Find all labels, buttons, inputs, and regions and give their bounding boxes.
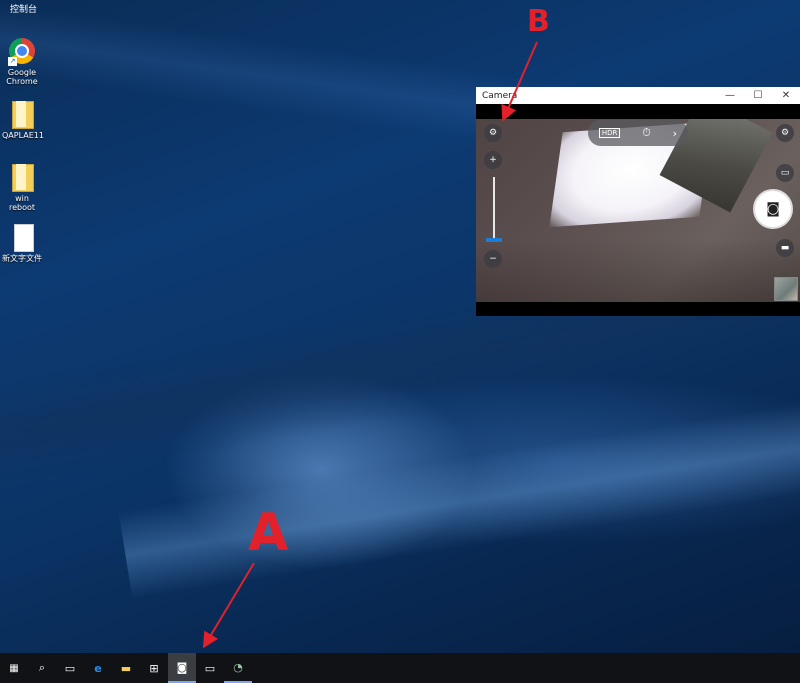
desktop-icon-label: Chrome (6, 77, 38, 86)
folder-icon (8, 99, 36, 129)
window-title: Camera (482, 90, 518, 101)
panorama-icon: ▬ (780, 243, 790, 253)
camera-icon: ◙ (176, 660, 188, 674)
windows-logo-icon: ▦ (9, 662, 19, 674)
panorama-mode-button[interactable]: ▬ (776, 239, 794, 257)
desktop-icon-qaplae11[interactable]: QAPLAE11 (2, 99, 44, 140)
folder-icon: ▬ (120, 661, 132, 675)
minimize-button[interactable]: — (716, 90, 744, 101)
camera-settings-cluster-icon: ⚙ (488, 128, 498, 138)
wallpaper-light-beam (118, 370, 800, 600)
desktop-icon-text-file[interactable]: 新文字文件 (2, 222, 42, 263)
zoom-slider-handle[interactable] (486, 238, 502, 242)
zoom-slider[interactable] (493, 177, 495, 241)
viewfinder-shadow (476, 239, 800, 302)
camera-icon: ◙ (766, 201, 780, 217)
gear-icon: ⚙ (780, 128, 790, 138)
taskbar-camera[interactable]: ◙ (168, 653, 196, 683)
zoom-in-button[interactable]: + (484, 151, 502, 169)
camera-window[interactable]: Camera — ☐ ✕ ⚙ HDR ⏱ › + − ⚙ ▭ ◙ ▬ (476, 87, 800, 316)
camera-viewfinder[interactable] (476, 119, 800, 302)
app-icon: ◔ (233, 660, 243, 674)
desktop-icon-label: QAPLAE11 (2, 131, 44, 140)
desktop-top-label[interactable]: 控制台 (10, 2, 37, 15)
video-mode-button[interactable]: ▭ (776, 164, 794, 182)
desktop-icon-label: 新文字文件 (2, 254, 42, 263)
annotation-arrow-a (202, 562, 255, 649)
folder-icon (8, 162, 36, 192)
settings-button[interactable]: ⚙ (776, 124, 794, 142)
text-file-icon (8, 222, 36, 252)
video-camera-icon: ▭ (780, 168, 790, 178)
chevron-right-icon[interactable]: › (673, 127, 677, 140)
task-view-icon: ▭ (64, 661, 76, 675)
search-icon: ⌕ (38, 661, 46, 674)
photo-timer-settings-button[interactable]: ⚙ (484, 124, 502, 142)
close-button[interactable]: ✕ (772, 90, 800, 101)
zoom-out-button[interactable]: − (484, 250, 502, 268)
taskbar: ▦ ⌕ ▭ e ▬ ⊞ ◙ ▭ ◔ (0, 653, 800, 683)
desktop-icon-label: Google (7, 68, 37, 77)
maximize-button[interactable]: ☐ (744, 90, 772, 101)
annotation-label-b: B (527, 4, 550, 39)
taskbar-file-explorer[interactable]: ▬ (112, 653, 140, 683)
store-bag-icon: ⊞ (149, 661, 159, 675)
timer-icon[interactable]: ⏱ (642, 126, 651, 140)
edge-icon: e (94, 661, 102, 675)
chrome-icon: ↗ (8, 36, 36, 66)
window-icon: ▭ (204, 661, 216, 675)
search-button[interactable]: ⌕ (28, 653, 56, 683)
last-photo-thumbnail[interactable] (774, 277, 798, 301)
taskbar-store[interactable]: ⊞ (140, 653, 168, 683)
shortcut-arrow-icon: ↗ (8, 57, 17, 66)
desktop: 控制台 ↗ Google Chrome QAPLAE11 win reboot … (0, 0, 800, 683)
take-photo-button[interactable]: ◙ (753, 189, 793, 229)
camera-top-toolbar: HDR ⏱ › (588, 120, 688, 146)
start-button[interactable]: ▦ (0, 653, 28, 683)
desktop-icon-chrome[interactable]: ↗ Google Chrome (2, 36, 42, 86)
taskbar-window-app[interactable]: ▭ (196, 653, 224, 683)
hdr-icon[interactable]: HDR (598, 128, 621, 138)
annotation-label-a: A (248, 503, 289, 563)
taskbar-edge[interactable]: e (84, 653, 112, 683)
taskbar-app[interactable]: ◔ (224, 653, 252, 683)
desktop-icon-win-reboot[interactable]: win reboot (2, 162, 42, 212)
camera-title-bar[interactable]: Camera — ☐ ✕ (476, 87, 800, 104)
desktop-icon-label: win reboot (8, 194, 36, 212)
task-view-button[interactable]: ▭ (56, 653, 84, 683)
